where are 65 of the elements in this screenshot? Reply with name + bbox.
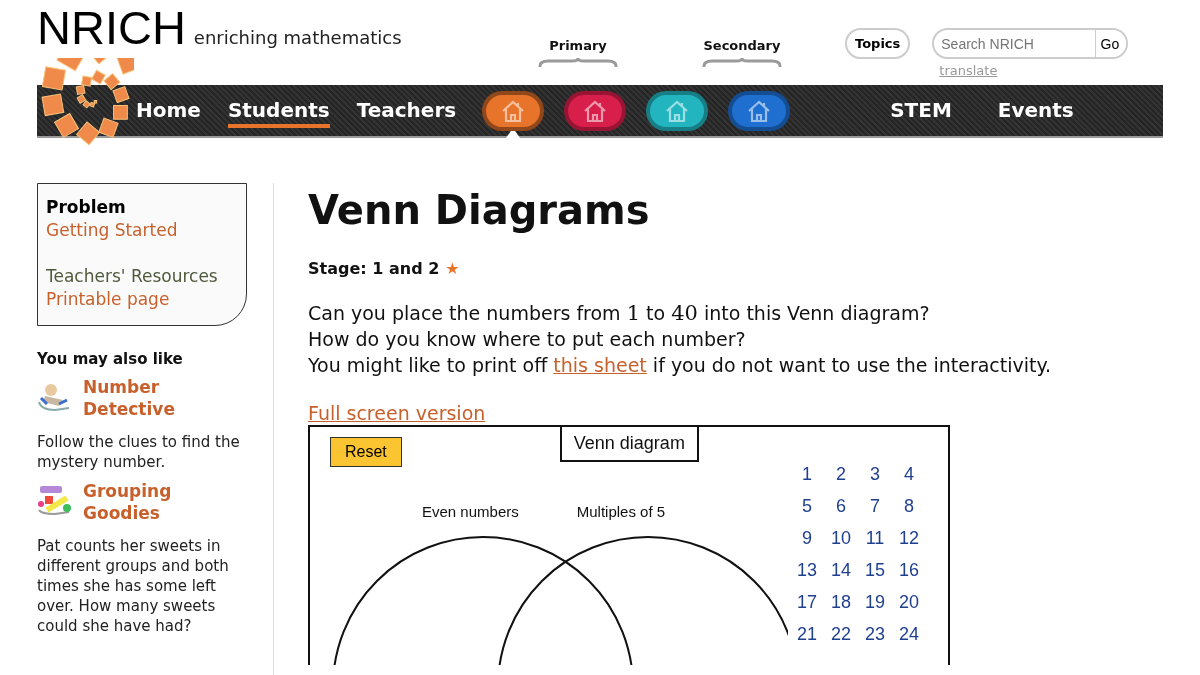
number-tile[interactable]: 22 (824, 622, 858, 646)
number-tile[interactable]: 8 (892, 494, 926, 518)
number-tile[interactable]: 23 (858, 622, 892, 646)
number-tile[interactable]: 10 (824, 526, 858, 550)
intro-text: How do you know where to put each number? (308, 327, 747, 352)
related-description: Follow the clues to find the mystery number. (37, 432, 241, 472)
number-tile[interactable]: 24 (892, 622, 926, 646)
number-tile[interactable]: 5 (790, 494, 824, 518)
go-button[interactable]: Go (1094, 30, 1127, 57)
star-icon: ★ (445, 259, 460, 278)
stage-home-button[interactable] (728, 91, 791, 131)
set-label: Multiples of 5 (576, 503, 666, 520)
site-logo[interactable]: NRICH (37, 2, 186, 54)
stage-home-button[interactable] (646, 91, 709, 131)
number-tile[interactable]: 13 (790, 558, 824, 582)
number-tile[interactable]: 14 (824, 558, 858, 582)
number-tile[interactable]: 4 (892, 462, 926, 486)
number-tile[interactable]: 9 (790, 526, 824, 550)
stage-group-label: Primary (549, 38, 607, 53)
number-tile[interactable]: 15 (858, 558, 892, 582)
nav-link[interactable]: Students (227, 97, 330, 128)
number-tile[interactable]: 19 (858, 590, 892, 614)
related-heading: You may also like (37, 350, 184, 368)
number-tile[interactable]: 7 (858, 494, 892, 518)
sheet-link[interactable]: this sheet (553, 354, 647, 376)
selection-pointer-icon (506, 128, 521, 138)
related-problem-link[interactable]: Number Detective (83, 376, 203, 420)
number-tile[interactable]: 11 (858, 526, 892, 550)
number-tile[interactable]: 17 (790, 590, 824, 614)
intro-text: Can you place the numbers from 1 to 40 into this Venn diagram? (308, 300, 931, 326)
brace-icon (538, 57, 618, 67)
brace-icon (702, 57, 782, 67)
stage-home-button[interactable] (564, 91, 627, 131)
number-tile[interactable]: 3 (858, 462, 892, 486)
number-tile[interactable]: 2 (824, 462, 858, 486)
number-tile[interactable]: 16 (892, 558, 926, 582)
venn-title: Venn diagram (559, 427, 699, 462)
related-description: Pat counts her sweets in different groups and both times she has some left over. How many sweets could she have had? (37, 536, 230, 636)
set-label: Even numbers (422, 503, 519, 520)
page-title: Venn Diagrams (308, 186, 651, 235)
menu-link[interactable]: Teachers' Resources (46, 265, 238, 288)
related-problem-link[interactable]: Grouping Goodies (83, 480, 203, 524)
number-tile[interactable]: 1 (790, 462, 824, 486)
number-tile[interactable]: 20 (892, 590, 926, 614)
number-tile[interactable]: 6 (824, 494, 858, 518)
intro-text: You might like to print off this sheet if you do not want to use the interactivity. (308, 353, 1052, 378)
reset-button[interactable]: Reset (330, 437, 402, 467)
number-tile[interactable]: 21 (790, 622, 824, 646)
stage-home-button[interactable] (482, 91, 545, 131)
nav-link[interactable]: Teachers (356, 97, 457, 128)
menu-link[interactable]: Getting Started (46, 219, 238, 242)
nav-link[interactable]: STEM (890, 97, 952, 128)
nav-link[interactable]: Home (136, 97, 201, 128)
menu-link[interactable]: Problem (46, 196, 238, 219)
sweets-icon (37, 484, 73, 516)
search-field[interactable]: Search NRICH Go (932, 28, 1129, 59)
number-tile[interactable]: 18 (824, 590, 858, 614)
nav-link[interactable]: Events (997, 97, 1074, 128)
stage-group-label: Secondary (703, 38, 781, 53)
full-screen-link[interactable]: Full screen version (308, 402, 486, 424)
stage-label: Stage: 1 and 2 (308, 259, 440, 278)
menu-link[interactable]: Printable page (46, 288, 238, 311)
number-tile[interactable]: 12 (892, 526, 926, 550)
site-tagline: enriching mathematics (193, 27, 402, 48)
topics-button[interactable]: Topics (845, 28, 911, 59)
